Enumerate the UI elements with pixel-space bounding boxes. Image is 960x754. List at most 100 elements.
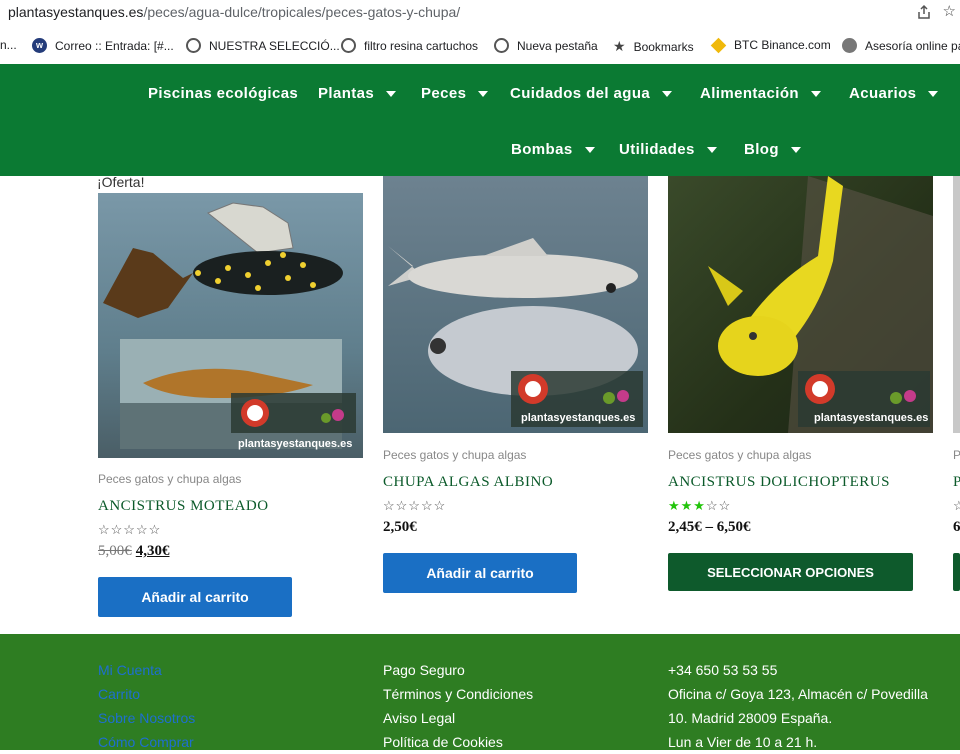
- product-category[interactable]: Peces gatos y chupa algas: [98, 472, 241, 486]
- footer-links-account: Mi Cuenta Carrito Sobre Nosotros Cómo Co…: [98, 658, 195, 754]
- bookmark-item[interactable]: w Correo :: Entrada: [#...: [32, 38, 174, 53]
- product-price: 2,50€: [383, 519, 417, 535]
- bookmark-label: n...: [0, 38, 17, 52]
- product-category[interactable]: P: [953, 448, 960, 462]
- globe-icon: [341, 38, 356, 53]
- main-navigation: Piscinas ecológicas Plantas Peces Cuidad…: [0, 64, 960, 176]
- bookmark-item[interactable]: BTC Binance.com: [710, 37, 831, 53]
- nav-item-utilidades[interactable]: Utilidades: [619, 141, 717, 158]
- product-price: 6: [953, 519, 960, 535]
- globe-icon: [494, 38, 509, 53]
- sale-price: 4,30€: [135, 543, 170, 559]
- user-icon: [842, 38, 857, 53]
- star-icon: ★: [613, 38, 626, 54]
- bookmarks-bar: n... w Correo :: Entrada: [#... NUESTRA S…: [0, 34, 960, 58]
- binance-icon: [710, 37, 727, 53]
- product-category[interactable]: Peces gatos y chupa algas: [383, 448, 526, 462]
- bookmark-item[interactable]: NUESTRA SELECCIÓ...: [186, 38, 340, 53]
- nav-item-piscinas[interactable]: Piscinas ecológicas: [148, 85, 298, 102]
- rating-stars: ★★★☆☆: [668, 498, 732, 513]
- chevron-down-icon: [928, 90, 939, 97]
- watermark-text: plantasyestanques.es: [521, 412, 636, 424]
- product-price: 5,00€ 4,30€: [98, 543, 170, 560]
- chevron-down-icon: [810, 90, 821, 97]
- url-domain: plantasyestanques.es: [8, 4, 144, 20]
- bookmark-label: Correo :: Entrada: [#...: [55, 38, 174, 53]
- nav-item-plantas[interactable]: Plantas: [318, 85, 397, 102]
- nav-item-alimentacion[interactable]: Alimentación: [700, 85, 821, 102]
- fish-illustration: [103, 202, 356, 449]
- chevron-down-icon: [790, 146, 801, 153]
- chevron-down-icon: [478, 90, 489, 97]
- bookmark-item[interactable]: n...: [0, 38, 17, 52]
- product-image[interactable]: [953, 176, 960, 433]
- contact-hours: Lun a Vier de 10 a 21 h.: [668, 734, 818, 750]
- chevron-down-icon: [706, 146, 717, 153]
- watermark-text: plantasyestanques.es: [814, 412, 929, 424]
- chevron-down-icon: [662, 90, 673, 97]
- product-title[interactable]: CHUPA ALGAS ALBINO: [383, 474, 553, 491]
- footer-link[interactable]: Carrito: [98, 682, 195, 706]
- product-image[interactable]: plantasyestanques.es: [98, 193, 363, 458]
- rating-stars: ☆☆☆☆☆: [383, 498, 447, 513]
- bookmark-label: BTC Binance.com: [734, 38, 831, 52]
- nav-label: Utilidades: [619, 141, 695, 158]
- contact-address: Oficina c/ Goya 123, Almacén c/ Povedill…: [668, 686, 928, 702]
- sale-badge: ¡Oferta!: [97, 174, 145, 190]
- footer-links-legal: Pago Seguro Términos y Condiciones Aviso…: [383, 658, 533, 754]
- bookmark-label: Bookmarks: [633, 39, 694, 54]
- product-title[interactable]: P: [953, 474, 960, 491]
- url-path: /peces/agua-dulce/tropicales/peces-gatos…: [143, 4, 461, 20]
- rating-filled-stars: ★★★: [668, 498, 706, 513]
- bookmark-item[interactable]: Nueva pestaña: [494, 38, 598, 53]
- bookmark-label: filtro resina cartuchos: [364, 38, 479, 53]
- nav-item-bombas[interactable]: Bombas: [511, 141, 595, 158]
- globe-icon: [186, 38, 201, 53]
- add-to-cart-button[interactable]: Añadir al carrito: [98, 577, 292, 617]
- chevron-down-icon: [584, 146, 595, 153]
- footer-link[interactable]: Mi Cuenta: [98, 658, 195, 682]
- nav-label: Plantas: [318, 85, 375, 102]
- bookmark-star-icon[interactable]: ☆: [943, 2, 956, 20]
- watermark-text: plantasyestanques.es: [238, 438, 353, 450]
- address-bar[interactable]: plantasyestanques.es/peces/agua-dulce/tr…: [0, 0, 960, 26]
- nav-label: Piscinas ecológicas: [148, 85, 299, 102]
- contact-phone[interactable]: +34 650 53 53 55: [668, 658, 928, 682]
- product-title[interactable]: ANCISTRUS MOTEADO: [98, 498, 269, 515]
- footer-link[interactable]: Aviso Legal: [383, 706, 533, 730]
- footer-contact: +34 650 53 53 55 Oficina c/ Goya 123, Al…: [668, 658, 928, 754]
- product-title[interactable]: ANCISTRUS DOLICHOPTERUS: [668, 474, 890, 491]
- bookmark-item[interactable]: Asesoría online pa: [842, 38, 960, 53]
- share-icon[interactable]: [916, 4, 932, 20]
- site-footer: Mi Cuenta Carrito Sobre Nosotros Cómo Co…: [0, 634, 960, 750]
- product-image[interactable]: plantasyestanques.es: [383, 176, 648, 433]
- bookmark-label: Nueva pestaña: [517, 38, 598, 53]
- rating-stars: ☆☆☆☆☆: [98, 522, 162, 537]
- contact-address: 10. Madrid 28009 España.: [668, 710, 833, 726]
- nav-item-cuidados[interactable]: Cuidados del agua: [510, 85, 673, 102]
- product-button-partial[interactable]: [953, 553, 960, 591]
- nav-item-blog[interactable]: Blog: [744, 141, 801, 158]
- footer-link[interactable]: Política de Cookies: [383, 730, 533, 754]
- fish-illustration: [388, 238, 643, 427]
- nav-label: Acuarios: [849, 85, 917, 102]
- select-options-button[interactable]: SELECCIONAR OPCIONES: [668, 553, 913, 591]
- nav-item-acuarios[interactable]: Acuarios: [849, 85, 939, 102]
- bookmark-item[interactable]: filtro resina cartuchos: [341, 38, 478, 53]
- add-to-cart-button[interactable]: Añadir al carrito: [383, 553, 577, 593]
- footer-link[interactable]: Sobre Nosotros: [98, 706, 195, 730]
- product-image[interactable]: plantasyestanques.es: [668, 176, 933, 433]
- bookmark-label: NUESTRA SELECCIÓ...: [209, 38, 340, 53]
- footer-link[interactable]: Pago Seguro: [383, 658, 533, 682]
- product-category[interactable]: Peces gatos y chupa algas: [668, 448, 811, 462]
- bookmark-item[interactable]: ★ Bookmarks: [613, 38, 694, 55]
- old-price: 5,00€: [98, 543, 132, 559]
- rating-stars: ☆: [953, 498, 960, 513]
- fish-illustration: [708, 176, 933, 433]
- nav-label: Alimentación: [700, 85, 799, 102]
- url-text[interactable]: plantasyestanques.es/peces/agua-dulce/tr…: [8, 4, 460, 20]
- footer-link[interactable]: Cómo Comprar: [98, 730, 195, 754]
- footer-link[interactable]: Términos y Condiciones: [383, 682, 533, 706]
- nav-label: Bombas: [511, 141, 573, 158]
- nav-item-peces[interactable]: Peces: [421, 85, 489, 102]
